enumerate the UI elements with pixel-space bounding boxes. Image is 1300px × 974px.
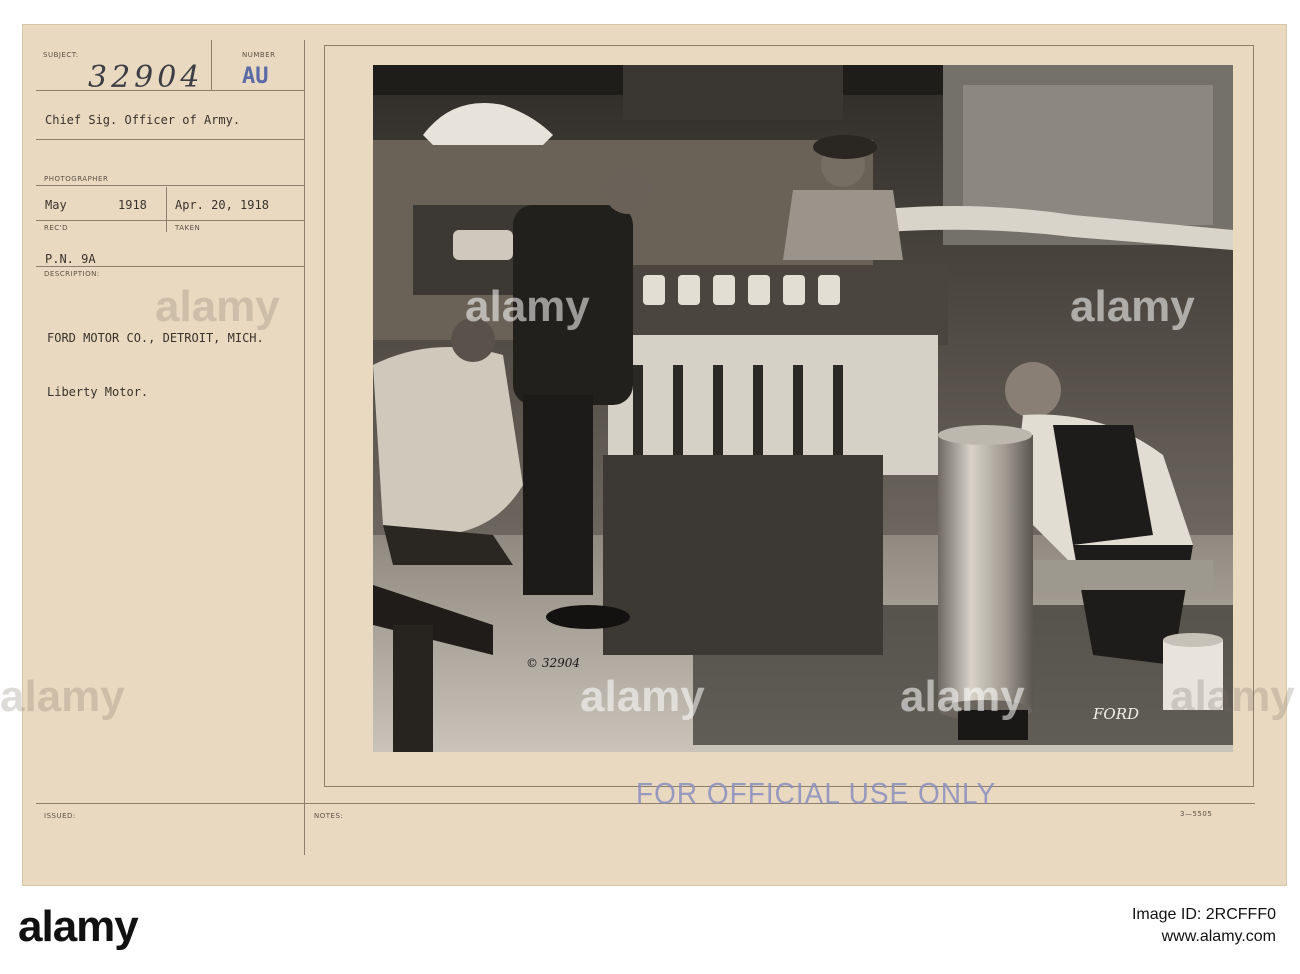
label-issued: ISSUED: (44, 812, 76, 820)
description-line-2: Liberty Motor. (47, 385, 149, 399)
label-notes: NOTES: (314, 812, 344, 820)
subject-number: 32904 (88, 60, 204, 95)
owner-text: Chief Sig. Officer of Army. (45, 113, 241, 127)
form-code: 3—5505 (1180, 810, 1213, 818)
photo-inscription-brand: FORD (1093, 705, 1140, 723)
received-month: May (45, 198, 67, 212)
photo-illustration (373, 65, 1233, 752)
watermark-photo-2: alamy (1070, 282, 1195, 331)
divider-recd-taken (166, 187, 167, 232)
watermark-photo-3: alamy (580, 672, 705, 721)
image-reference: Image ID: 2RCFFF0 www.alamy.com (1132, 904, 1276, 948)
divider-owner-underline (36, 139, 304, 140)
footer-bar (0, 886, 1300, 974)
divider-subject-number (211, 40, 212, 90)
watermark-photo-1: alamy (465, 282, 590, 331)
watermark-card-1: alamy (155, 282, 280, 331)
official-use-stamp: FOR OFFICIAL USE ONLY (636, 777, 997, 810)
divider-pn-underline (36, 266, 304, 267)
description-line-1: FORD MOTOR CO., DETROIT, MICH. (47, 331, 264, 345)
watermark-photo-4: alamy (900, 672, 1025, 721)
label-photographer: PHOTOGRAPHER (44, 175, 109, 183)
label-taken: TAKEN (175, 224, 201, 232)
photograph: © 32904 FORD (373, 65, 1233, 752)
watermark-card-3: alamy (1170, 672, 1295, 721)
pn-text: P.N. 9A (45, 252, 96, 266)
label-subject: SUBJECT: (43, 51, 79, 59)
photo-inscription-number: © 32904 (526, 656, 580, 670)
divider-photographer-underline (36, 185, 304, 186)
label-description: DESCRIPTION: (44, 270, 100, 278)
divider-main-vertical (304, 40, 305, 855)
taken-date: Apr. 20, 1918 (175, 198, 269, 212)
label-recd: REC'D (44, 224, 68, 232)
image-id: Image ID: 2RCFFF0 (1131, 906, 1276, 923)
watermark-card-2: alamy (0, 672, 125, 721)
number-code: AU (242, 64, 269, 89)
alamy-logo[interactable]: alamy (18, 902, 139, 952)
divider-dates-underline (36, 220, 304, 221)
label-number: NUMBER (242, 51, 276, 59)
site-url[interactable]: www.alamy.com (1132, 926, 1276, 948)
received-year: 1918 (118, 198, 147, 212)
